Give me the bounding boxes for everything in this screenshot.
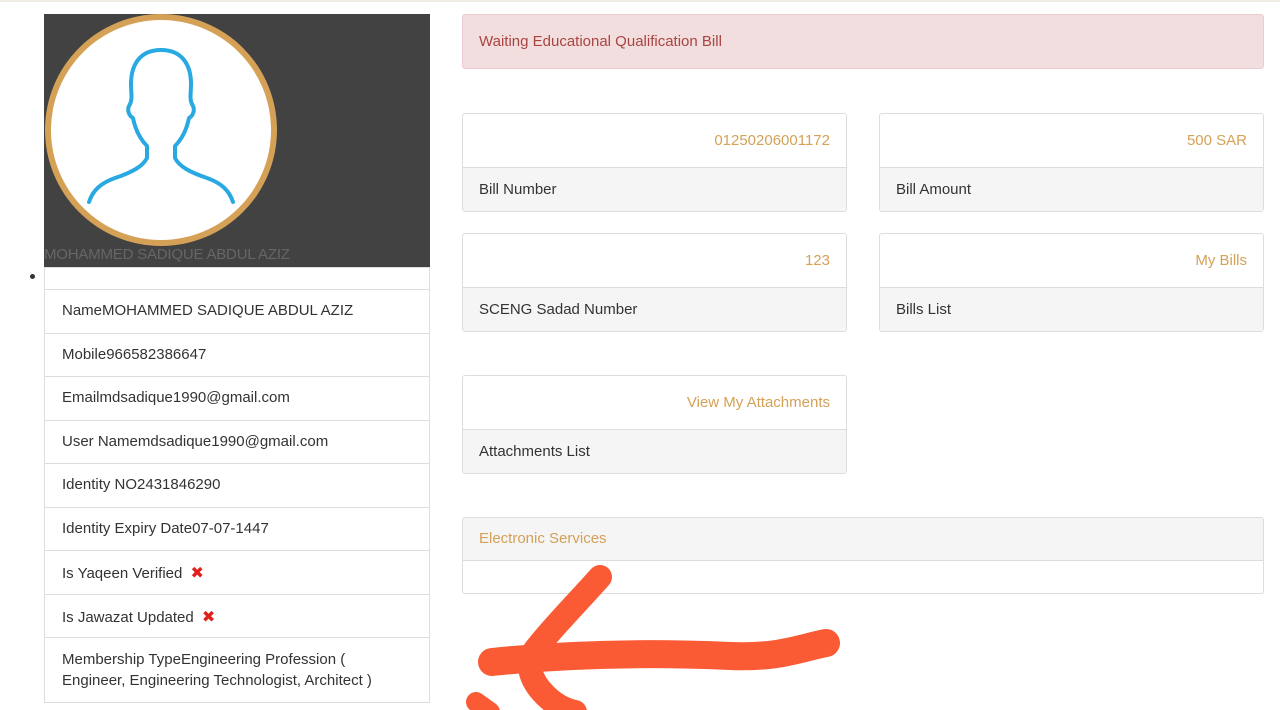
bill-number-label: Bill Number — [463, 168, 846, 211]
info-jawazat-updated: Is Jawazat Updated ✖ — [45, 593, 429, 638]
info-label: Is Yaqeen Verified — [62, 565, 183, 582]
info-label: Is Jawazat Updated — [62, 608, 194, 626]
info-identity-expiry: Identity Expiry Date07-07-1447 — [45, 506, 429, 551]
electronic-services-panel: Electronic Services — [462, 517, 1264, 594]
bills-list-panel[interactable]: My Bills Bills List — [879, 233, 1264, 332]
bill-amount-label: Bill Amount — [880, 168, 1263, 211]
info-label: Identity Expiry Date — [62, 519, 193, 537]
red-x-icon: ✖ — [190, 565, 204, 582]
info-name: NameMOHAMMED SADIQUE ABDUL AZIZ — [45, 289, 429, 333]
list-bullet — [30, 274, 35, 279]
bill-number-value: 01250206001172 — [463, 114, 846, 168]
info-mobile: Mobile966582386647 — [45, 332, 429, 377]
info-label: Email — [62, 389, 100, 406]
view-attachments-link[interactable]: View My Attachments — [463, 376, 846, 430]
avatar-inner — [51, 20, 271, 240]
info-value: 07-07-1447 — [192, 519, 269, 537]
profile-info-list: NameMOHAMMED SADIQUE ABDUL AZIZ Mobile96… — [44, 267, 430, 703]
info-label: Mobile — [62, 345, 107, 363]
profile-display-name: MOHAMMED SADIQUE ABDUL AZIZ — [44, 246, 290, 263]
sadad-number-panel: 123 SCENG Sadad Number — [462, 233, 847, 332]
bills-list-label: Bills List — [880, 288, 1263, 331]
my-bills-link[interactable]: My Bills — [880, 234, 1263, 288]
sadad-number-value: 123 — [463, 234, 846, 288]
info-label: User Name — [62, 432, 138, 450]
info-label: Membership Type — [62, 651, 181, 668]
info-yaqeen-verified: Is Yaqeen Verified ✖ — [45, 550, 429, 594]
sadad-number-label: SCENG Sadad Number — [463, 288, 846, 331]
bill-number-panel: 01250206001172 Bill Number — [462, 113, 847, 212]
info-value: mdsadique1990@gmail.com — [99, 389, 290, 406]
top-rule — [0, 0, 1280, 2]
list-spacer — [45, 267, 429, 289]
info-value: mdsadique1990@gmail.com — [137, 432, 329, 450]
info-label: Identity NO — [62, 476, 138, 493]
info-value: MOHAMMED SADIQUE ABDUL AZIZ — [102, 302, 354, 319]
user-silhouette-icon — [87, 48, 235, 204]
info-label: Name — [62, 302, 103, 319]
status-alert: Waiting Educational Qualification Bill — [462, 14, 1264, 69]
red-x-icon: ✖ — [201, 608, 216, 626]
info-username: User Namemdsadique1990@gmail.com — [45, 419, 429, 464]
attachments-panel[interactable]: View My Attachments Attachments List — [462, 375, 847, 474]
info-value: 2431846290 — [137, 476, 221, 493]
bill-amount-panel: 500 SAR Bill Amount — [879, 113, 1264, 212]
info-email: Emailmdsadique1990@gmail.com — [45, 376, 429, 420]
electronic-services-title: Electronic Services — [463, 518, 1263, 561]
info-value: 966582386647 — [106, 345, 207, 363]
attachments-list-label: Attachments List — [463, 430, 846, 473]
info-membership-type: Membership TypeEngineering Profession ( … — [45, 637, 429, 702]
avatar — [45, 14, 277, 246]
bill-amount-value: 500 SAR — [880, 114, 1263, 168]
info-identity-no: Identity NO2431846290 — [45, 463, 429, 507]
profile-header: MOHAMMED SADIQUE ABDUL AZIZ — [44, 14, 430, 267]
